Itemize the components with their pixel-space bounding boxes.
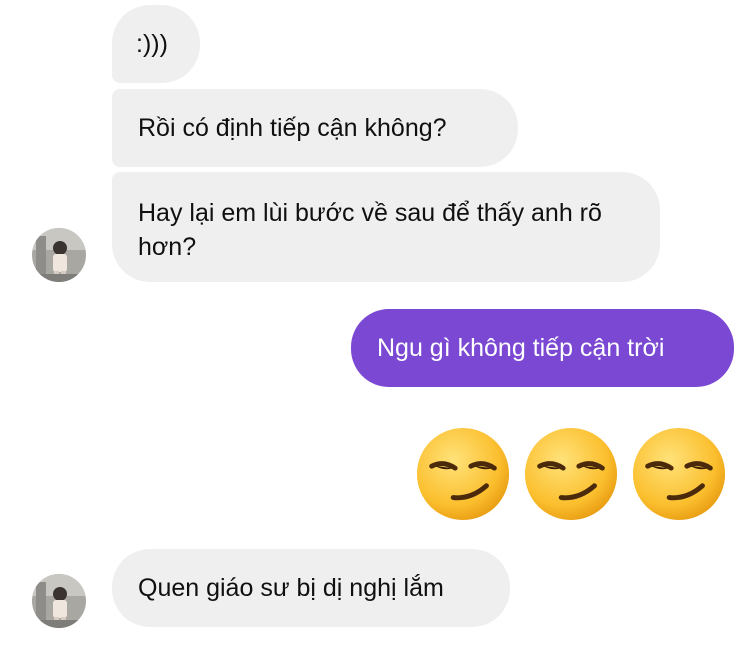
contact-avatar[interactable] <box>32 228 86 282</box>
incoming-message-bubble[interactable]: Quen giáo sư bị dị nghị lắm <box>112 549 510 627</box>
contact-avatar[interactable] <box>32 574 86 628</box>
avatar-photo-icon <box>32 228 86 282</box>
avatar-photo-icon <box>32 574 86 628</box>
smirking-face-emoji-icon <box>632 427 726 521</box>
message-text: Ngu gì không tiếp cận trời <box>377 334 665 362</box>
incoming-message-bubble[interactable]: :))) <box>112 5 200 83</box>
incoming-message-bubble[interactable]: Hay lại em lùi bước về sau để thấy anh r… <box>112 172 660 282</box>
message-text: Hay lại em lùi bước về sau để thấy anh r… <box>138 199 602 261</box>
message-text: Quen giáo sư bị dị nghị lắm <box>138 574 444 602</box>
outgoing-message-bubble[interactable]: Ngu gì không tiếp cận trời <box>351 309 734 387</box>
smirking-face-emoji-icon <box>524 427 618 521</box>
message-text: Rồi có định tiếp cận không? <box>138 114 447 142</box>
incoming-message-bubble[interactable]: Rồi có định tiếp cận không? <box>112 89 518 167</box>
message-text: :))) <box>136 30 168 58</box>
smirking-face-emoji-icon <box>416 427 510 521</box>
emoji-message[interactable] <box>414 425 730 525</box>
